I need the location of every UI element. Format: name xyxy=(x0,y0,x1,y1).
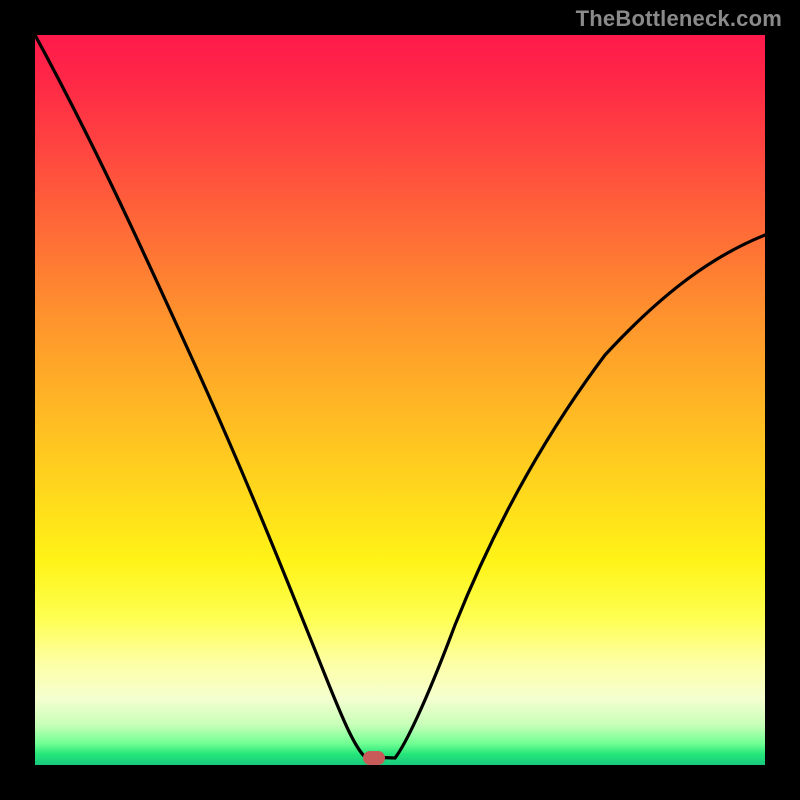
plot-area xyxy=(35,35,765,765)
minimum-marker xyxy=(363,751,385,765)
watermark-text: TheBottleneck.com xyxy=(576,6,782,32)
bottleneck-curve xyxy=(35,35,765,765)
curve-path xyxy=(35,35,765,758)
chart-frame: TheBottleneck.com xyxy=(0,0,800,800)
